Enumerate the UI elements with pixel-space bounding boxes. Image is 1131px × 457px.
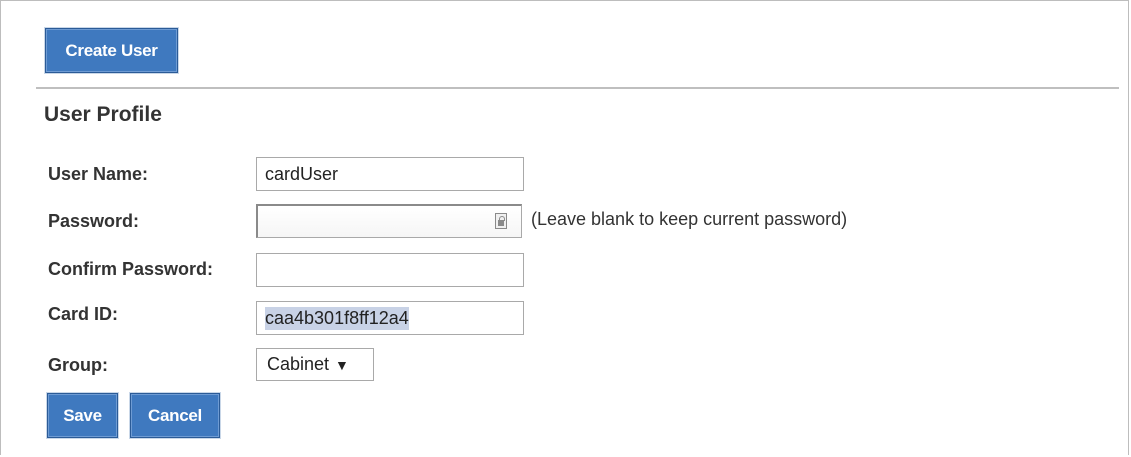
confirm-password-input[interactable] xyxy=(256,253,524,287)
divider xyxy=(36,87,1119,89)
password-hint: (Leave blank to keep current password) xyxy=(531,209,848,229)
password-label: Password: xyxy=(48,211,140,231)
card-id-value: caa4b301f8ff12a4 xyxy=(265,306,409,330)
card-id-input[interactable]: caa4b301f8ff12a4 xyxy=(256,301,524,335)
save-button[interactable]: Save xyxy=(47,393,118,438)
password-input[interactable] xyxy=(256,204,522,238)
group-label: Group: xyxy=(48,355,108,375)
card-id-label: Card ID: xyxy=(48,304,119,324)
password-lock-icon xyxy=(495,213,507,229)
cancel-button[interactable]: Cancel xyxy=(130,393,220,438)
username-input[interactable]: cardUser xyxy=(256,157,524,191)
create-user-button[interactable]: Create User xyxy=(45,28,178,73)
username-label: User Name: xyxy=(48,164,149,184)
group-select[interactable]: Cabinet ▼ xyxy=(256,348,374,381)
group-selected-value: Cabinet xyxy=(267,354,330,374)
section-title: User Profile xyxy=(44,103,162,126)
username-value: cardUser xyxy=(265,163,339,184)
chevron-down-icon: ▼ xyxy=(335,356,349,373)
confirm-password-label: Confirm Password: xyxy=(48,259,214,279)
